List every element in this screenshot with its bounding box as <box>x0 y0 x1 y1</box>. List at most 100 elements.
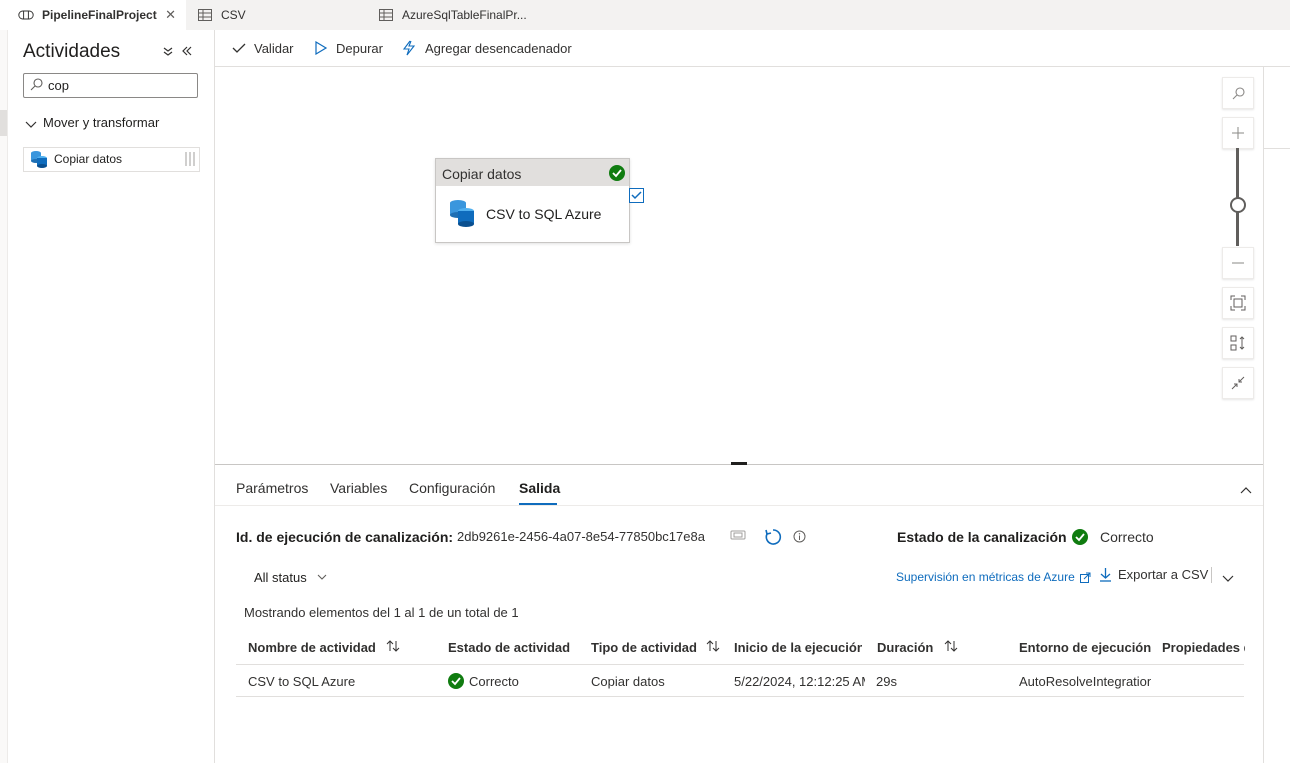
column-header-integration-runtime[interactable]: Entorno de ejecución de integración <box>1019 640 1151 655</box>
metrics-link[interactable]: Supervisión en métricas de Azure <box>896 570 1091 584</box>
category-label: Mover y transformar <box>43 115 160 130</box>
cell-activity-type: Copiar datos <box>591 674 665 689</box>
copy-icon[interactable] <box>730 529 746 544</box>
cell-run-start: 5/22/2024, 12:12:25 AM <box>734 674 865 689</box>
tab-configuracion[interactable]: Configuración <box>409 480 495 496</box>
tab-csv[interactable]: CSV <box>187 0 367 30</box>
pipeline-icon <box>18 7 34 23</box>
collapse-canvas-button[interactable] <box>1222 367 1254 399</box>
sort-icon[interactable] <box>386 640 400 655</box>
fit-to-screen-button[interactable] <box>1222 287 1254 319</box>
play-icon <box>315 41 328 55</box>
success-check-icon <box>609 165 625 184</box>
sort-icon[interactable] <box>706 640 720 655</box>
activities-panel <box>0 30 215 763</box>
external-link-icon <box>1079 572 1091 583</box>
table-icon <box>197 7 213 23</box>
column-header-user-properties[interactable]: Propiedades de usuario <box>1162 640 1245 655</box>
zoom-slider-thumb[interactable] <box>1230 197 1246 213</box>
results-count: Mostrando elementos del 1 al 1 de un tot… <box>244 605 519 620</box>
tab-label: PipelineFinalProject <box>42 8 157 22</box>
left-edge-strip <box>0 30 8 763</box>
activities-search-input[interactable] <box>48 76 188 94</box>
tab-salida[interactable]: Salida <box>519 480 560 496</box>
collapse-panel-icon[interactable] <box>181 45 193 60</box>
success-output-checkbox[interactable] <box>629 188 644 203</box>
column-header-duration[interactable]: Duración <box>877 640 937 655</box>
validate-label: Validar <box>254 40 294 56</box>
run-id-label: Id. de ejecución de canalización: <box>236 529 454 545</box>
canvas-search-button[interactable] <box>1222 77 1254 109</box>
tab-azure-sql-table[interactable]: AzureSqlTableFinalPr... <box>368 0 548 30</box>
pipeline-status-value: Correcto <box>1100 529 1154 545</box>
debug-button[interactable]: Depurar <box>314 30 383 66</box>
metrics-link-label: Supervisión en métricas de Azure <box>896 570 1075 584</box>
debug-label: Depurar <box>336 40 383 56</box>
table-icon <box>378 7 394 23</box>
activity-item-copiar-datos[interactable]: Copiar datos <box>23 147 200 172</box>
check-icon <box>232 43 246 53</box>
add-trigger-button[interactable]: Agregar desencadenador <box>401 30 572 66</box>
activities-search-box <box>23 73 198 98</box>
chevron-down-icon <box>25 117 37 132</box>
activity-node-header: Copiar datos <box>436 159 629 186</box>
chevron-up-icon[interactable] <box>1240 482 1252 497</box>
category-mover-transformar[interactable]: Mover y transformar <box>0 110 214 136</box>
pipeline-status-label: Estado de la canalización <box>897 529 1067 545</box>
chevron-down-icon[interactable] <box>1222 571 1234 586</box>
copy-data-icon <box>30 150 48 171</box>
collapse-arrows-icon <box>1231 376 1245 390</box>
sort-icon[interactable] <box>944 640 958 655</box>
close-icon[interactable]: ✕ <box>165 7 176 23</box>
add-trigger-label: Agregar desencadenador <box>425 40 572 56</box>
plus-icon <box>1232 127 1244 139</box>
zoom-out-button[interactable] <box>1222 247 1254 279</box>
cell-activity-status: Correcto <box>469 674 519 689</box>
divider <box>1211 567 1212 583</box>
success-check-icon <box>1072 529 1088 548</box>
auto-align-icon <box>1230 335 1245 351</box>
trigger-icon <box>402 40 416 56</box>
zoom-in-button[interactable] <box>1222 117 1254 149</box>
divider <box>1264 148 1290 149</box>
activity-node-name: CSV to SQL Azure <box>486 206 602 222</box>
status-filter-dropdown[interactable]: All status <box>254 570 327 585</box>
tab-variables[interactable]: Variables <box>330 480 387 496</box>
minus-icon <box>1232 262 1244 264</box>
export-csv-button[interactable]: Exportar a CSV <box>1099 567 1208 582</box>
properties-panel-edge <box>1263 67 1290 763</box>
divider <box>236 696 1244 697</box>
column-header-activity-status[interactable]: Estado de actividad <box>448 640 573 655</box>
column-header-activity-type[interactable]: Tipo de actividad <box>591 640 701 655</box>
download-icon <box>1100 568 1111 582</box>
pipeline-canvas[interactable] <box>215 67 1263 464</box>
success-check-icon <box>448 673 464 692</box>
export-csv-label: Exportar a CSV <box>1118 567 1209 582</box>
collapse-all-icon[interactable] <box>162 45 174 60</box>
run-id-value: 2db9261e-2456-4a07-8e54-77850bc17e8a <box>457 529 705 544</box>
tab-label: CSV <box>221 8 246 22</box>
tab-parametros[interactable]: Parámetros <box>236 480 308 496</box>
fit-screen-icon <box>1230 295 1246 311</box>
auto-align-button[interactable] <box>1222 327 1254 359</box>
column-header-activity-name[interactable]: Nombre de actividad <box>248 640 378 655</box>
info-icon[interactable] <box>793 530 806 546</box>
tab-pipeline[interactable]: PipelineFinalProject ✕ <box>0 0 186 30</box>
activity-item-label: Copiar datos <box>54 152 123 166</box>
activity-node-copy-data[interactable]: Copiar datos CSV to SQL Azure <box>435 158 630 243</box>
search-icon <box>1232 86 1245 99</box>
chevron-down-icon <box>317 574 327 580</box>
drag-handle-icon[interactable] <box>184 151 196 170</box>
cell-integration-runtime: AutoResolveIntegrationRuntime <box>1019 674 1151 689</box>
status-filter-label: All status <box>254 570 307 585</box>
copy-data-icon <box>449 199 475 230</box>
refresh-icon[interactable] <box>764 528 782 549</box>
divider <box>215 505 1263 506</box>
column-header-run-start[interactable]: Inicio de la ejecución <box>734 640 862 655</box>
search-icon <box>30 78 43 94</box>
activity-node-type: Copiar datos <box>442 166 522 182</box>
cell-activity-name[interactable]: CSV to SQL Azure <box>248 674 428 689</box>
validate-button[interactable]: Validar <box>232 30 294 66</box>
tab-label: AzureSqlTableFinalPr... <box>402 8 527 22</box>
activities-title: Actividades <box>23 41 121 62</box>
